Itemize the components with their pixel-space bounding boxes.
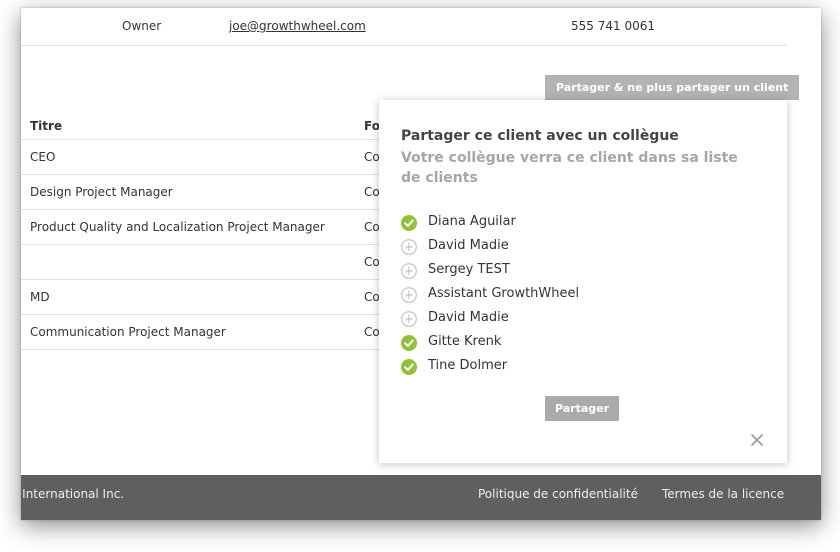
footer: l International Inc. Politique de confid… <box>21 475 821 520</box>
colleague-name: Diana Aguilar <box>428 214 516 229</box>
table-row[interactable]: CEO Co <box>21 140 391 175</box>
colleague-name: Gitte Krenk <box>428 334 502 349</box>
close-icon[interactable] <box>750 432 764 446</box>
colleague-item[interactable]: Sergey TEST <box>401 260 701 284</box>
contact-title: Product Quality and Localization Project… <box>30 220 325 234</box>
colleague-name: David Madie <box>428 238 509 253</box>
main-content: Owner joe@growthwheel.com 555 741 0061 P… <box>21 8 800 520</box>
contact-function: Co <box>364 325 380 339</box>
share-button[interactable]: Partager <box>545 396 619 421</box>
contact-function: Co <box>364 220 380 234</box>
colleague-name: Assistant GrowthWheel <box>428 286 580 301</box>
owner-email-link[interactable]: joe@growthwheel.com <box>229 19 366 33</box>
colleague-name: Sergey TEST <box>428 262 510 277</box>
popup-title: Partager ce client avec un collègue <box>401 128 679 144</box>
table-row[interactable]: Design Project Manager Co <box>21 175 391 210</box>
contact-function: Co <box>364 290 380 304</box>
column-header-function: Fo <box>364 119 380 133</box>
colleague-item[interactable]: Gitte Krenk <box>401 332 701 356</box>
plus-circle-icon[interactable] <box>401 239 417 255</box>
colleague-item[interactable]: Assistant GrowthWheel <box>401 284 701 308</box>
contact-title: MD <box>30 290 50 304</box>
colleague-item[interactable]: Diana Aguilar <box>401 212 701 236</box>
owner-row: Owner joe@growthwheel.com 555 741 0061 <box>21 8 787 46</box>
contact-function: Co <box>364 185 380 199</box>
table-row[interactable]: MD Co <box>21 280 391 315</box>
contact-title: Communication Project Manager <box>30 325 226 339</box>
license-terms-link[interactable]: Termes de la licence <box>662 487 784 501</box>
table-row[interactable]: Product Quality and Localization Project… <box>21 210 391 245</box>
share-unshare-client-button[interactable]: Partager & ne plus partager un client <box>545 75 800 100</box>
contacts-header-row: Titre Fo <box>21 112 391 140</box>
colleague-list: Diana Aguilar David Madie Sergey TEST As… <box>401 212 701 380</box>
privacy-policy-link[interactable]: Politique de confidentialité <box>478 487 638 501</box>
table-row[interactable]: Co <box>21 245 391 280</box>
footer-company: l International Inc. <box>21 487 125 501</box>
contact-title: Design Project Manager <box>30 185 173 199</box>
colleague-name: David Madie <box>428 310 509 325</box>
share-client-popup: Partager ce client avec un collègue Votr… <box>379 100 787 463</box>
contact-function: Co <box>364 150 380 164</box>
contact-function: Co <box>364 255 380 269</box>
contacts-table: Titre Fo CEO Co Design Project Manager C… <box>21 112 391 350</box>
colleague-item[interactable]: David Madie <box>401 236 701 260</box>
check-circle-icon[interactable] <box>401 215 417 231</box>
colleague-name: Tine Dolmer <box>428 358 508 373</box>
check-circle-icon[interactable] <box>401 359 417 375</box>
column-header-title: Titre <box>30 119 63 133</box>
popup-subtitle: Votre collègue verra ce client dans sa l… <box>401 150 738 186</box>
table-row[interactable]: Communication Project Manager Co <box>21 315 391 350</box>
owner-phone: 555 741 0061 <box>571 19 655 33</box>
colleague-item[interactable]: Tine Dolmer <box>401 356 701 380</box>
owner-role: Owner <box>122 19 162 33</box>
plus-circle-icon[interactable] <box>401 311 417 327</box>
app-window: Owner joe@growthwheel.com 555 741 0061 P… <box>21 8 821 520</box>
check-circle-icon[interactable] <box>401 335 417 351</box>
plus-circle-icon[interactable] <box>401 263 417 279</box>
plus-circle-icon[interactable] <box>401 287 417 303</box>
contact-title: CEO <box>30 150 56 164</box>
colleague-item[interactable]: David Madie <box>401 308 701 332</box>
